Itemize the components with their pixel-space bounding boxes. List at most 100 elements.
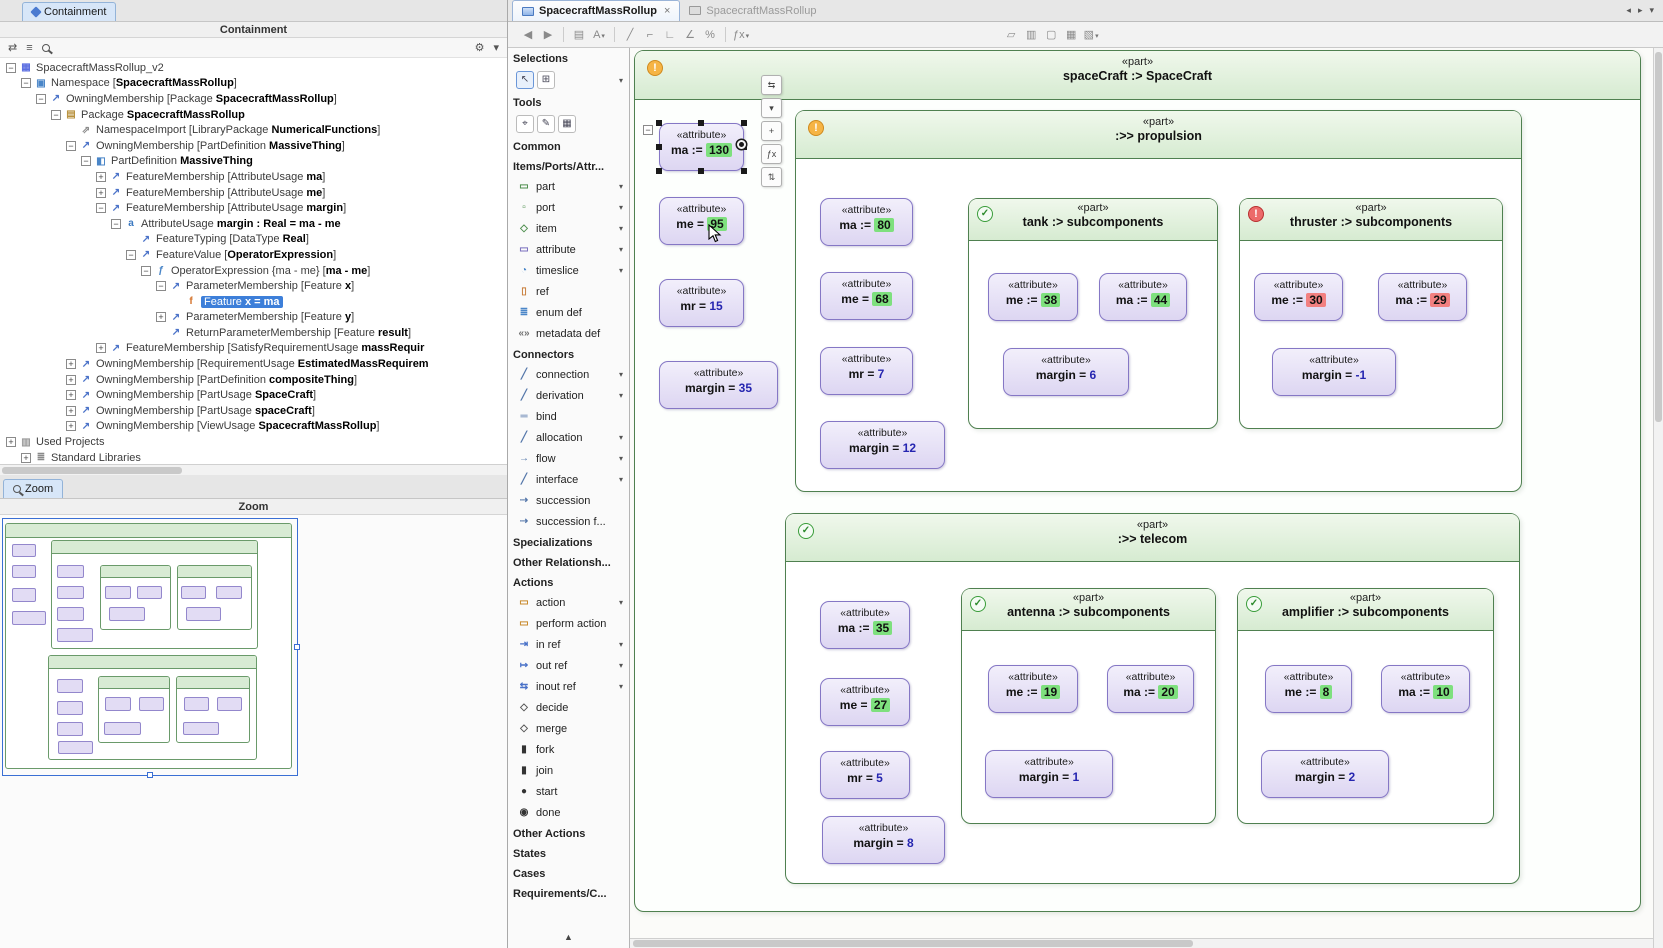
note-tool-button[interactable]: ▦ [558,115,576,133]
diagram-canvas[interactable]: «part» spaceCraft :> SpaceCraft − ⇆▾+ƒx⇅… [630,48,1653,938]
frame-header[interactable]: «part» amplifier :> subcomponents [1238,589,1493,631]
collapse-compartment-icon[interactable]: − [643,125,653,135]
document-tab[interactable]: SpacecraftMassRollup× [512,0,680,21]
scroll-tabs-left-icon[interactable]: ◂ [1626,5,1631,16]
tree-row[interactable]: +↗OwningMembership [PartDefinition compo… [0,372,507,388]
tab-list-icon[interactable]: ▾ [1649,5,1654,16]
scrollbar-thumb[interactable] [633,940,1193,947]
attribute-box-outer-me[interactable]: «attribute»me = 95 [659,197,744,245]
selection-handle[interactable] [698,120,704,126]
part-frame-thruster[interactable]: «part» thruster :> subcomponents ! «attri… [1239,198,1503,429]
caret-down-icon[interactable]: ▾ [619,203,623,212]
tree-row[interactable]: +↗FeatureMembership [AttributeUsage me] [0,185,507,201]
pointer-tool-button[interactable]: ↖ [516,71,534,89]
tree-row[interactable]: +↗ParameterMembership [Feature y] [0,310,507,326]
attribute-box-propulsion-me[interactable]: «attribute»me = 68 [820,272,913,320]
manipulator-add-icon[interactable]: + [761,121,782,141]
expand-toggle-icon[interactable]: + [96,172,106,182]
caret-down-icon[interactable]: ▾ [619,598,623,607]
tree-row[interactable]: −▦SpacecraftMassRollup_v2 [0,60,507,76]
grid-button[interactable]: ▦ [1061,25,1081,45]
palette-item-action[interactable]: ▭action▾ [508,592,629,613]
part-frame-propulsion[interactable]: «part» :>> propulsion «part» tank :> sub… [795,110,1522,492]
tree-row[interactable]: ↗FeatureTyping [DataType Real] [0,232,507,248]
manipulator-resize-icon[interactable]: ⇅ [761,167,782,187]
caret-down-icon[interactable]: ▾ [619,245,623,254]
part-frame-spacecraft[interactable]: «part» spaceCraft :> SpaceCraft − ⇆▾+ƒx⇅… [634,50,1641,912]
attribute-box-tank-ma[interactable]: «attribute»ma := 44 [1099,273,1187,321]
viewport-resize-handle[interactable] [294,644,300,650]
check-circle-icon[interactable]: ✓ [798,523,814,539]
palette-item-port[interactable]: ▫port▾ [508,197,629,218]
caret-down-icon[interactable]: ▾ [619,454,623,463]
menu-icon[interactable]: ≡ [26,42,32,54]
scrollbar-thumb[interactable] [2,467,182,474]
frame-header[interactable]: «part» thruster :> subcomponents [1240,199,1502,241]
palette-section-requirements-c[interactable]: Requirements/C... [508,883,629,903]
palette-section-items-ports-attr[interactable]: Items/Ports/Attr... [508,156,629,176]
connector-handle[interactable] [737,140,746,149]
tree-row[interactable]: +≣Standard Libraries [0,450,507,464]
tree-row[interactable]: +↗FeatureMembership [AttributeUsage ma] [0,169,507,185]
palette-item-out-ref[interactable]: ↦out ref▾ [508,655,629,676]
canvas-vertical-scrollbar[interactable] [1653,48,1663,948]
selection-handle[interactable] [698,168,704,174]
error-icon[interactable]: ! [1248,206,1264,222]
selection-handle[interactable] [656,144,662,150]
tree-row[interactable]: −↗OwningMembership [Package SpacecraftMa… [0,91,507,107]
palette-section-cases[interactable]: Cases [508,863,629,883]
caret-down-icon[interactable]: ▾ [619,182,623,191]
caret-down-icon[interactable]: ▾ [619,682,623,691]
manipulator-menu-icon[interactable]: ▾ [761,98,782,118]
selection-handle[interactable] [656,168,662,174]
attribute-box-propulsion-margin[interactable]: «attribute»margin = 12 [820,421,945,469]
selection-handle[interactable] [741,120,747,126]
caret-down-icon[interactable]: ▾ [619,661,623,670]
palette-item-bind[interactable]: ═bind [508,406,629,427]
palette-item-join[interactable]: ▮join [508,760,629,781]
tree-row[interactable]: fFeature x = ma [0,294,507,310]
attribute-box-thruster-me[interactable]: «attribute»me := 30 [1254,273,1343,321]
pen-tool-button[interactable]: ✎ [537,115,555,133]
line-style-straight-button[interactable]: ╱ [620,25,640,45]
manipulator-expression-icon[interactable]: ƒx [761,144,782,164]
expand-toggle-icon[interactable]: − [66,141,76,151]
caret-down-icon[interactable]: ▾ [619,433,623,442]
tree-row[interactable]: ↗ReturnParameterMembership [Feature resu… [0,325,507,341]
attribute-box-outer-margin[interactable]: «attribute»margin = 35 [659,361,778,409]
palette-item-ref[interactable]: ▯ref [508,281,629,302]
expression-button[interactable]: ƒx▾ [731,25,751,45]
palette-item-interface[interactable]: ╱interface▾ [508,469,629,490]
containment-tab[interactable]: Containment [22,2,116,21]
tree-row[interactable]: −▤Package SpacecraftMassRollup [0,107,507,123]
frame-header[interactable]: «part» antenna :> subcomponents [962,589,1215,631]
palette-collapse-button[interactable]: ▲ [508,932,629,942]
tree-row[interactable]: +↗OwningMembership [RequirementUsage Est… [0,356,507,372]
tree-row[interactable]: +↗OwningMembership [ViewUsage Spacecraft… [0,419,507,435]
palette-item-timeslice[interactable]: ◔timeslice▾ [508,260,629,281]
expand-toggle-icon[interactable]: − [96,203,106,213]
clear-button[interactable]: ▢ [1041,25,1061,45]
palette-item-inout-ref[interactable]: ⇆inout ref▾ [508,676,629,697]
tree-row[interactable]: ⇗NamespaceImport [LibraryPackage Numeric… [0,122,507,138]
part-frame-antenna[interactable]: «part» antenna :> subcomponents ✓«attrib… [961,588,1216,824]
palette-item-attribute[interactable]: ▭attribute▾ [508,239,629,260]
tree-row[interactable]: +▥Used Projects [0,434,507,450]
expand-toggle-icon[interactable]: − [81,156,91,166]
caret-down-icon[interactable]: ▾ [493,41,499,54]
expand-toggle-icon[interactable]: + [66,390,76,400]
palette-item-merge[interactable]: ◇merge [508,718,629,739]
palette-section-other-relationsh[interactable]: Other Relationsh... [508,552,629,572]
palette-section-other-actions[interactable]: Other Actions [508,823,629,843]
palette-section-selections[interactable]: Selections [508,48,629,68]
part-frame-tank[interactable]: «part» tank :> subcomponents ✓«attribute… [968,198,1218,429]
caret-down-icon[interactable]: ▾ [619,370,623,379]
attribute-box-telecom-ma[interactable]: «attribute»ma := 35 [820,601,910,649]
zoom-tab[interactable]: Zoom [3,479,63,498]
frame-header[interactable]: «part» spaceCraft :> SpaceCraft [635,51,1640,100]
search-icon[interactable] [42,44,50,52]
part-frame-telecom[interactable]: «part» :>> telecom «part» antenna :> sub… [785,513,1520,884]
attribute-box-telecom-mr[interactable]: «attribute»mr = 5 [820,751,910,799]
forward-button[interactable]: ▶ [538,25,558,45]
caret-down-icon[interactable]: ▾ [619,475,623,484]
